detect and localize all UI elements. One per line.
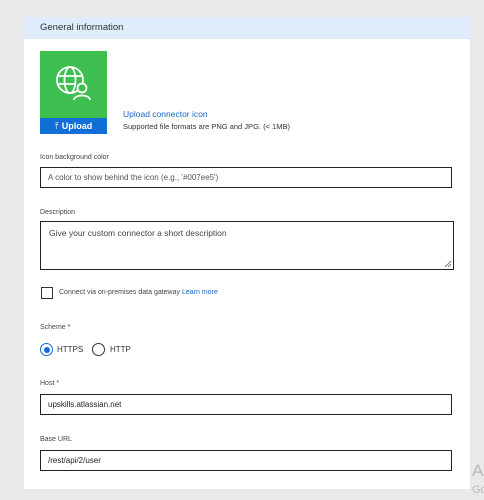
upload-button-label: Upload [61, 121, 93, 131]
scheme-https-radio[interactable] [40, 343, 53, 356]
icon-bg-input[interactable]: A color to show behind the icon (e.g., '… [40, 167, 452, 188]
scheme-label: Scheme * [40, 324, 71, 331]
section-header: General information [24, 17, 470, 39]
icon-bg-label: Icon background color [40, 154, 109, 161]
side-text-line1: A [472, 461, 484, 480]
gateway-label-text: Connect via on-premises data gateway [59, 289, 181, 296]
globe-person-icon [56, 66, 91, 101]
scheme-http-label: HTTP [110, 345, 131, 354]
gateway-checkbox-label: Connect via on-premises data gateway Lea… [59, 289, 218, 296]
scheme-https-label: HTTPS [57, 345, 84, 354]
description-textarea[interactable]: Give your custom connector a short descr… [40, 221, 454, 270]
host-label: Host * [40, 380, 60, 387]
side-text-line2: Go [472, 484, 484, 496]
gateway-checkbox[interactable] [41, 287, 53, 299]
scheme-http-radio[interactable] [92, 343, 105, 356]
upload-hint: Supported file formats are PNG and JPG. … [123, 122, 290, 131]
base-url-label: Base URL [40, 436, 72, 443]
learn-more-link[interactable]: Learn more [182, 289, 218, 296]
upload-button[interactable]: ⤒ Upload [40, 118, 107, 134]
description-label: Description [40, 209, 76, 216]
description-placeholder: Give your custom connector a short descr… [49, 228, 227, 238]
resize-grip-icon[interactable] [444, 260, 452, 268]
base-url-input[interactable]: /rest/api/2/user [40, 450, 452, 471]
general-information-panel: General information ⤒ Upload Upload conn… [24, 17, 470, 489]
upload-arrow-icon: ⤒ [54, 120, 59, 131]
host-input[interactable]: upskills.atlassian.net [40, 394, 452, 415]
upload-connector-icon-link[interactable]: Upload connector icon [123, 109, 208, 119]
connector-icon-tile[interactable]: ⤒ Upload [40, 51, 107, 134]
